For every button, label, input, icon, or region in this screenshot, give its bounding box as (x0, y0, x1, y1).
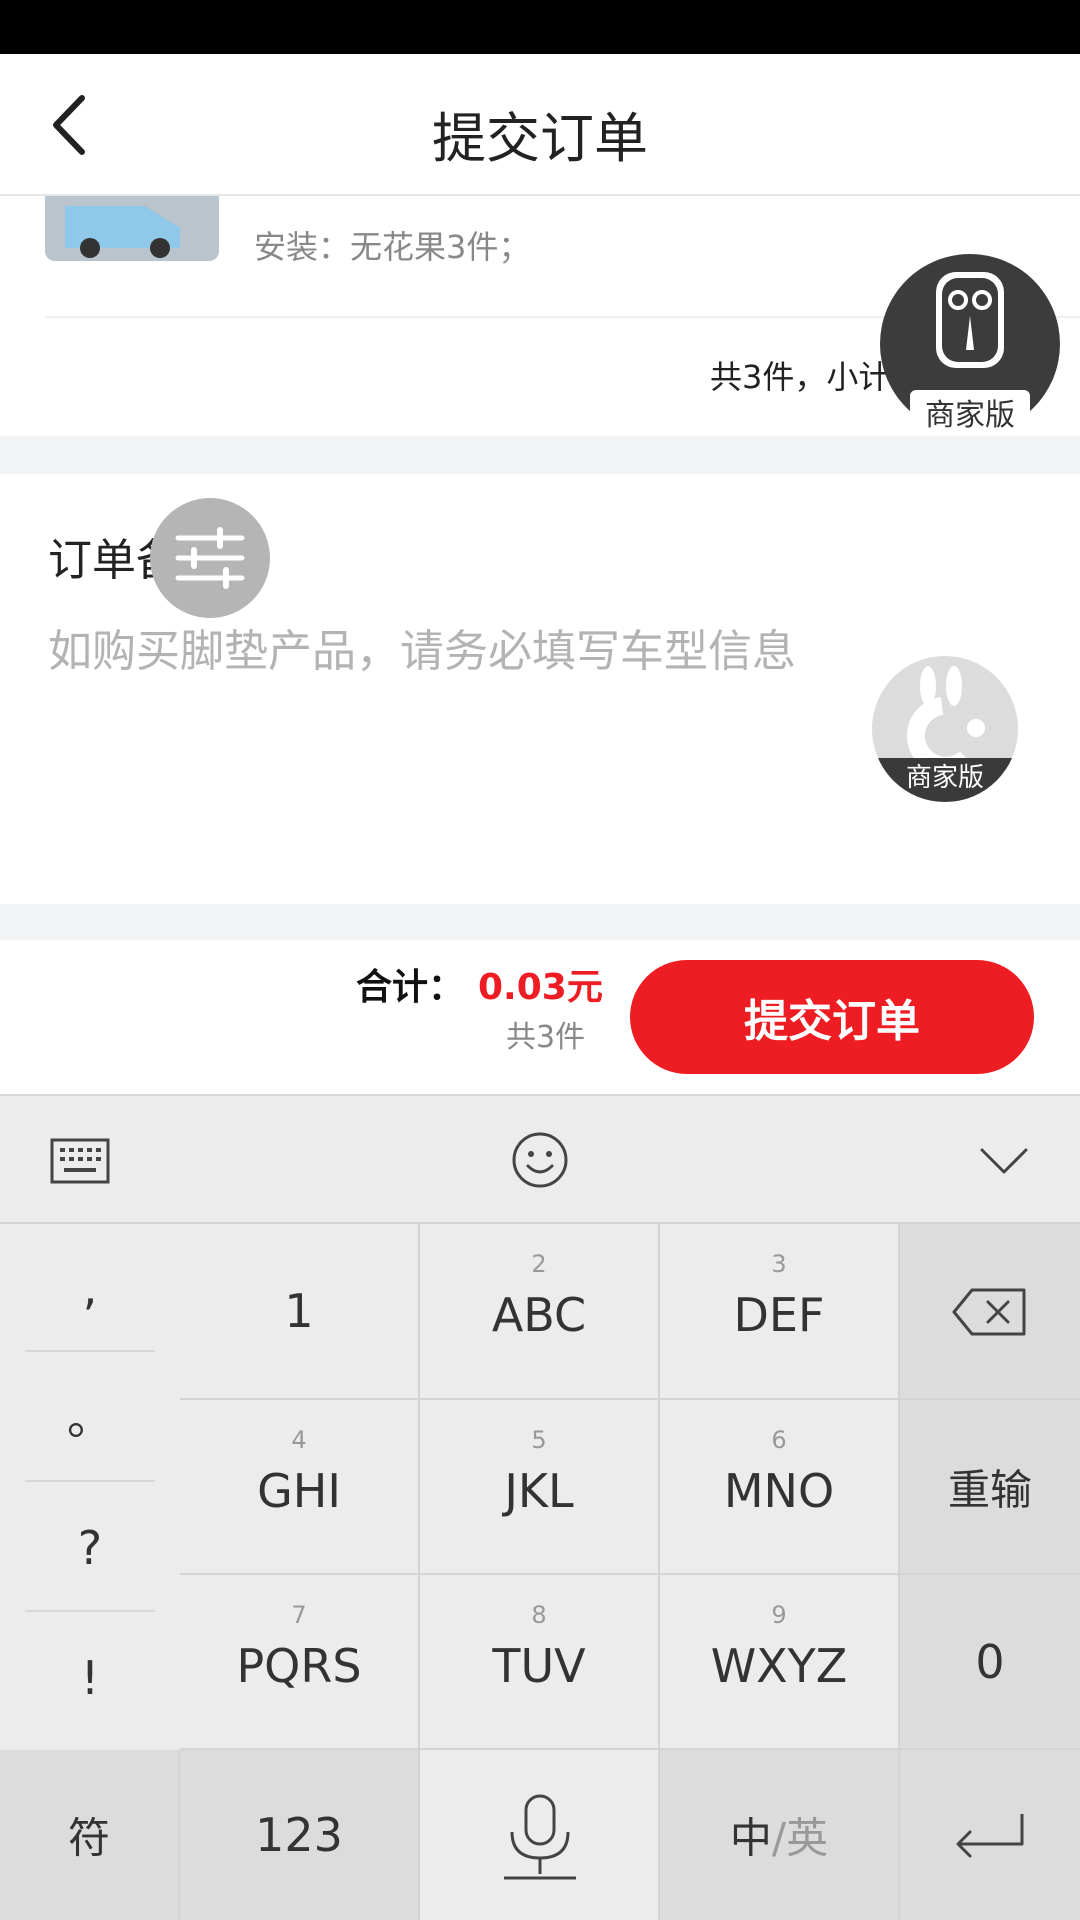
symbol-mode-key[interactable]: 符 (0, 1750, 180, 1920)
total-label: 合计： (356, 967, 465, 1008)
key-1[interactable]: 1 (180, 1224, 420, 1400)
backspace-icon (952, 1288, 1026, 1336)
key-letters: MNO (723, 1464, 835, 1518)
install-info: 安装：无花果3件； (254, 228, 531, 266)
key-number: 4 (291, 1426, 307, 1454)
merchant-badge-label: 商家版 (872, 758, 1018, 802)
settings-float-button[interactable] (150, 498, 270, 618)
subtotal-text: 共3件，小计 (710, 358, 891, 396)
key-letters: WXYZ (710, 1639, 848, 1693)
key-0[interactable]: 0 (900, 1575, 1080, 1750)
voice-input-key[interactable] (420, 1750, 660, 1920)
key-7[interactable]: 7 PQRS (180, 1575, 420, 1750)
product-image (45, 196, 219, 261)
merchant-badge-label: 商家版 (910, 390, 1030, 434)
merchant-owl-button[interactable]: 商家版 (880, 254, 1060, 434)
key-label: 0 (975, 1634, 1005, 1689)
enter-icon (956, 1814, 1024, 1858)
total-count: 共3件 (506, 1020, 586, 1055)
key-label: 符 (67, 1813, 110, 1863)
microphone-icon (504, 1794, 576, 1880)
total-amount: 0.03元 (478, 967, 603, 1008)
t9-keyboard: , 。 ? ! 1 2 ABC 3 DEF 4 GHI 5 JKL 6 MNO … (0, 1222, 1080, 1920)
reenter-key[interactable]: 重输 (900, 1400, 1080, 1575)
language-switch-key[interactable]: 中/英 (660, 1750, 900, 1920)
key-2[interactable]: 2 ABC (420, 1224, 660, 1400)
number-mode-key[interactable]: 123 (180, 1750, 420, 1920)
section-gap (0, 904, 1080, 940)
key-9[interactable]: 9 WXYZ (660, 1575, 900, 1750)
collapse-keyboard-icon[interactable] (972, 1128, 1036, 1192)
emoji-icon[interactable] (508, 1128, 572, 1192)
key-4[interactable]: 4 GHI (180, 1400, 420, 1575)
key-6[interactable]: 6 MNO (660, 1400, 900, 1575)
submit-order-button[interactable]: 提交订单 (630, 960, 1034, 1074)
lang-sep: / (771, 1813, 787, 1863)
section-gap (0, 436, 1080, 474)
key-letters: JKL (504, 1464, 574, 1518)
keyboard-toolbar (0, 1094, 1080, 1222)
key-number: 9 (771, 1601, 787, 1629)
lang-cn: 中 (729, 1813, 772, 1863)
checkout-bar: 合计： 0.03元 共3件 提交订单 (0, 940, 1080, 1094)
key-label: 1 (284, 1284, 314, 1338)
symbol-column: , 。 ? ! (0, 1224, 180, 1748)
key-number: 2 (531, 1250, 547, 1278)
keyboard-icon[interactable] (48, 1128, 112, 1192)
key-number: 3 (771, 1250, 787, 1278)
key-label: 123 (255, 1808, 343, 1862)
symbol-key[interactable]: 。 (25, 1354, 155, 1482)
remark-input[interactable] (48, 626, 1048, 677)
key-letters: GHI (257, 1464, 341, 1518)
key-number: 5 (531, 1426, 547, 1454)
key-number: 8 (531, 1601, 547, 1629)
page-title: 提交订单 (432, 107, 648, 170)
symbol-key[interactable]: , (25, 1224, 155, 1352)
key-3[interactable]: 3 DEF (660, 1224, 900, 1400)
symbol-key[interactable]: ? (25, 1484, 155, 1612)
enter-key[interactable] (900, 1750, 1080, 1920)
key-label: 重输 (947, 1465, 1032, 1514)
key-number: 7 (291, 1601, 307, 1629)
key-5[interactable]: 5 JKL (420, 1400, 660, 1575)
merchant-bunny-button[interactable]: 商家版 (872, 656, 1018, 802)
status-bar (0, 0, 1080, 54)
key-letters: ABC (491, 1288, 587, 1342)
backspace-key[interactable] (900, 1224, 1080, 1400)
key-letters: TUV (492, 1639, 586, 1693)
key-8[interactable]: 8 TUV (420, 1575, 660, 1750)
key-number: 6 (771, 1426, 787, 1454)
lang-en: 英 (786, 1813, 829, 1863)
symbol-key[interactable]: ! (25, 1614, 155, 1742)
sliders-icon (175, 527, 245, 589)
nav-bar: 提交订单 (0, 54, 1080, 196)
key-letters: PQRS (236, 1639, 362, 1693)
key-label: 中/英 (660, 1805, 898, 1866)
key-letters: DEF (733, 1288, 825, 1342)
